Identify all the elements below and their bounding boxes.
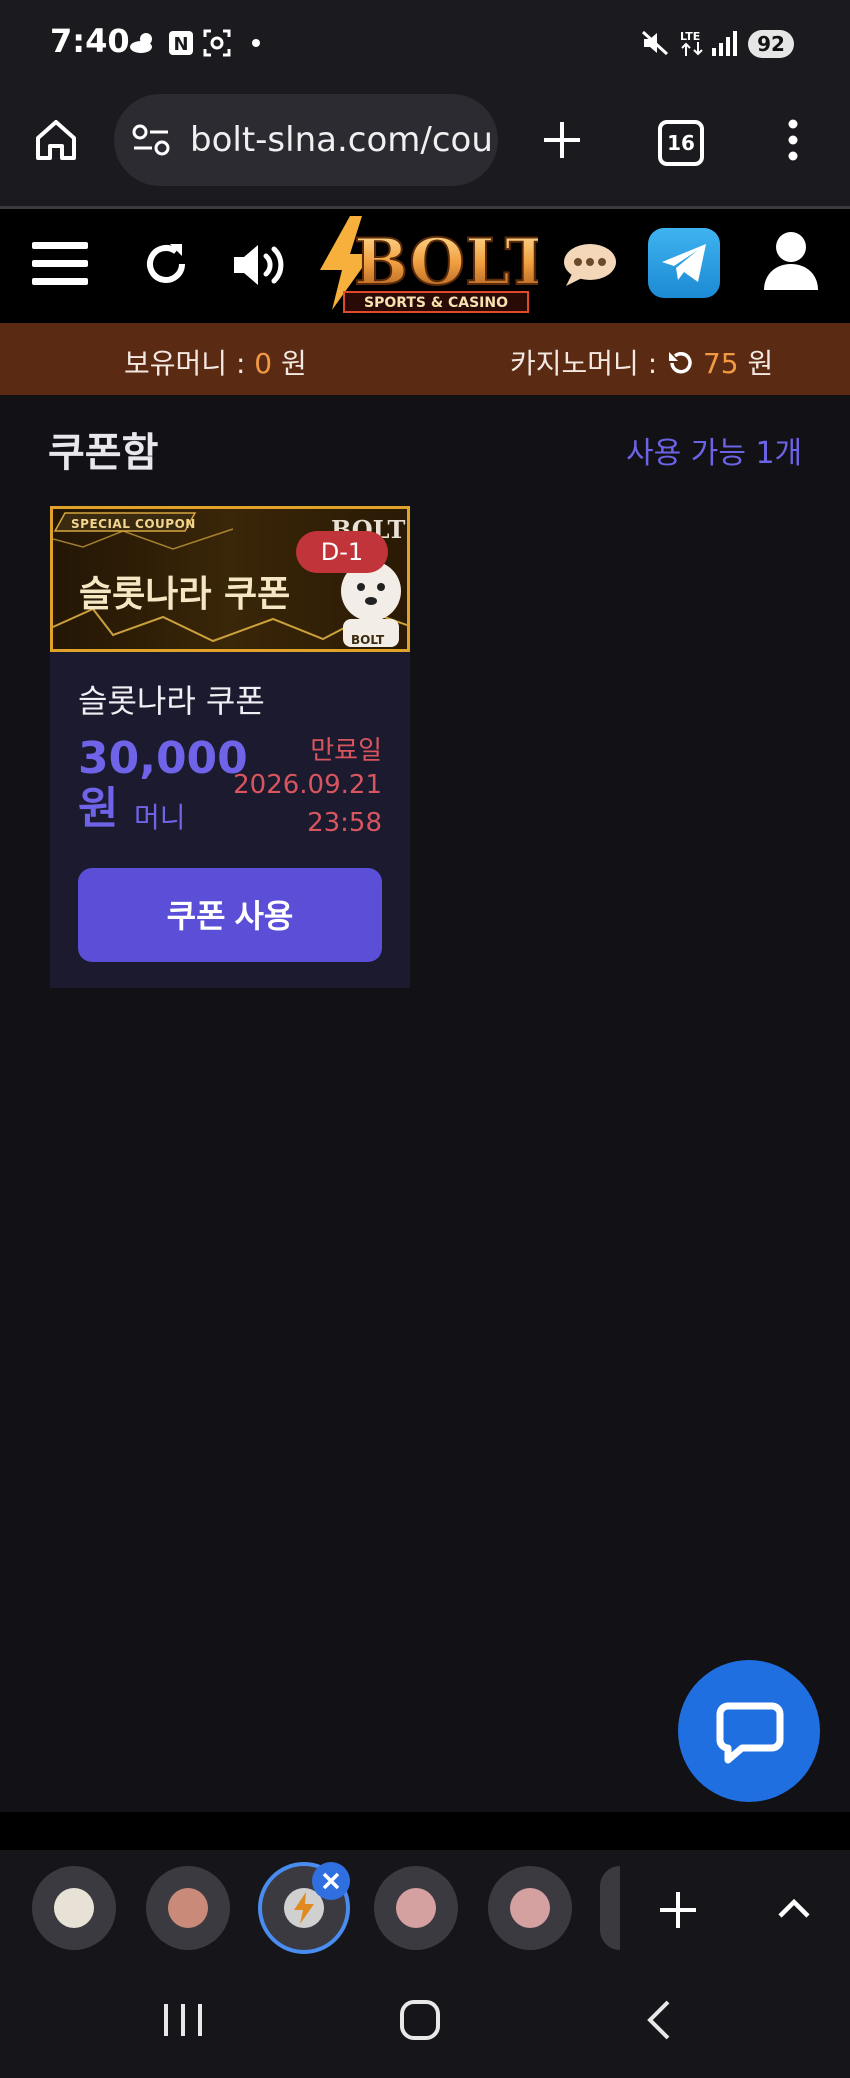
telegram-icon — [662, 244, 706, 282]
weather-icon — [130, 33, 152, 53]
coupon-name: 슬롯나라 쿠폰 — [78, 682, 265, 720]
site-settings-icon[interactable] — [130, 120, 172, 160]
casino-money-unit: 원 — [747, 347, 774, 380]
screenshot-icon — [203, 29, 231, 57]
hold-money-value: 0 — [254, 347, 273, 380]
available-count: 사용 가능 1개 — [626, 436, 803, 471]
tab-switcher-button[interactable]: 16 — [658, 120, 704, 166]
hamburger-menu-icon[interactable] — [32, 240, 88, 288]
page-title: 쿠폰함 — [48, 430, 159, 476]
casino-money-label: 카지노머니 : — [510, 347, 658, 380]
telegram-button[interactable] — [648, 228, 720, 298]
refresh-icon[interactable] — [140, 238, 192, 290]
recent-apps-icon[interactable] — [160, 2002, 206, 2038]
svg-text:N: N — [173, 34, 188, 55]
dday-badge: D-1 — [296, 531, 388, 573]
status-time: 7:40 — [50, 22, 130, 60]
chevron-up-icon[interactable] — [774, 1892, 814, 1924]
mute-icon — [641, 30, 669, 56]
url-bar[interactable]: bolt-slna.com/cou — [114, 94, 498, 186]
expiry-date: 2026.09.21 — [233, 770, 382, 800]
hold-money: 보유머니 : 0 원 — [124, 342, 307, 382]
tab-thumbnail[interactable] — [146, 1866, 230, 1950]
chat-icon — [716, 1702, 784, 1764]
hold-money-label: 보유머니 : — [124, 347, 246, 380]
home-icon[interactable] — [32, 116, 80, 164]
lte-icon: LTE — [680, 30, 703, 56]
banner-brand-small: BOLT — [351, 633, 385, 647]
coupon-unit: 머니 — [134, 801, 186, 834]
home-nav-icon[interactable] — [398, 1998, 442, 2042]
add-tab-icon[interactable] — [656, 1888, 700, 1932]
tab-thumbnail[interactable] — [32, 1866, 116, 1950]
signal-icon — [712, 31, 737, 56]
dot-icon — [252, 39, 260, 47]
expiry-label: 만료일 — [310, 736, 382, 766]
bolt-logo[interactable]: BOLT SPORTS & CASINO — [312, 214, 538, 318]
use-coupon-button[interactable]: 쿠폰 사용 — [78, 868, 382, 962]
battery-indicator: 92 — [748, 30, 794, 58]
close-tab-button[interactable] — [312, 1862, 350, 1900]
expiry-time: 23:58 — [307, 808, 382, 838]
bolt-tab-icon — [294, 1892, 314, 1924]
special-coupon-tag: SPECIAL COUPON — [71, 517, 196, 531]
tab-thumbnail[interactable] — [488, 1866, 572, 1950]
new-tab-icon[interactable] — [538, 116, 586, 164]
message-icon[interactable] — [562, 242, 618, 288]
tab-thumbnail[interactable] — [374, 1866, 458, 1950]
live-chat-button[interactable] — [678, 1660, 820, 1802]
user-profile-icon[interactable] — [762, 230, 820, 292]
svg-text:LTE: LTE — [680, 30, 700, 43]
back-icon[interactable] — [644, 1998, 674, 2042]
casino-money-value: 75 — [702, 347, 739, 380]
bolt-logo-text: BOLT — [354, 225, 538, 300]
hold-money-unit: 원 — [281, 347, 307, 380]
notification-n-icon: N — [169, 31, 193, 55]
url-text: bolt-slna.com/cou — [190, 120, 493, 160]
coupon-banner: SPECIAL COUPON 슬롯나라 쿠폰 BOLT BOLT — [50, 506, 410, 652]
close-icon — [322, 1872, 340, 1890]
bolt-logo-subtext: SPORTS & CASINO — [364, 295, 508, 311]
casino-refresh-icon[interactable] — [666, 350, 694, 376]
casino-money: 카지노머니 : 75 원 — [510, 342, 773, 382]
banner-title: 슬롯나라 쿠폰 — [79, 574, 291, 615]
sound-icon[interactable] — [230, 240, 290, 290]
menu-more-icon[interactable] — [776, 116, 810, 164]
tab-thumbnail-partial[interactable] — [600, 1866, 620, 1950]
